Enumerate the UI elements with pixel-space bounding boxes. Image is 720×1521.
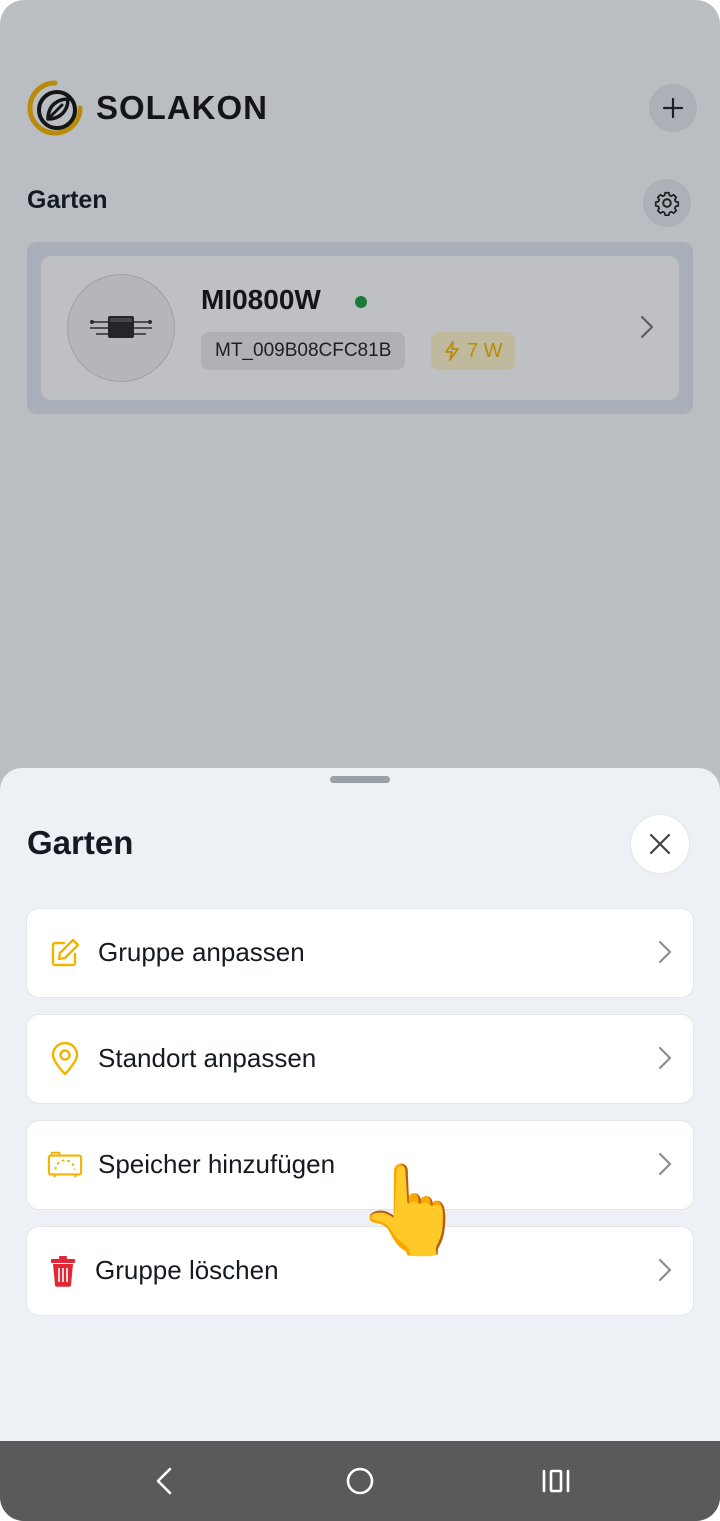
- nav-home-button[interactable]: [340, 1461, 380, 1501]
- screen: SOLAKON Garten MI0800W MT_009B08CFC81B 7…: [0, 0, 720, 1521]
- chevron-right-icon: [658, 940, 672, 964]
- chevron-right-icon: [658, 1258, 672, 1282]
- sheet-title: Garten: [27, 824, 134, 861]
- sheet-drag-handle[interactable]: [330, 776, 390, 783]
- battery-storage-icon: [47, 1151, 83, 1178]
- menu-item-icon-wrap: [47, 1147, 83, 1183]
- menu-item-icon-wrap: [47, 935, 83, 971]
- edit-icon: [51, 938, 80, 967]
- pointing-hand-icon: 👆: [356, 1160, 466, 1259]
- chevron-right-icon: [658, 1046, 672, 1070]
- menu-item-label: Standort anpassen: [98, 1043, 317, 1073]
- back-icon: [156, 1467, 172, 1495]
- recents-icon: [542, 1469, 570, 1493]
- menu-item-label: Gruppe anpassen: [98, 937, 305, 967]
- menu-item-edit-location[interactable]: Standort anpassen: [27, 1015, 693, 1103]
- bottom-sheet: Garten: [0, 768, 720, 1442]
- close-button[interactable]: [631, 815, 689, 873]
- nav-back-button[interactable]: [144, 1461, 184, 1501]
- close-icon: [649, 833, 671, 855]
- home-icon: [346, 1467, 374, 1495]
- menu-item-label: Gruppe löschen: [95, 1255, 279, 1285]
- menu-item-icon-wrap: [47, 1253, 79, 1289]
- menu-item-edit-group[interactable]: Gruppe anpassen: [27, 909, 693, 997]
- location-pin-icon: [51, 1042, 79, 1076]
- menu-item-label: Speicher hinzufügen: [98, 1149, 336, 1179]
- trash-icon: [51, 1256, 75, 1287]
- nav-recents-button[interactable]: [536, 1461, 576, 1501]
- chevron-right-icon: [658, 1152, 672, 1176]
- system-navigation-bar: [0, 1441, 720, 1521]
- menu-item-icon-wrap: [47, 1041, 83, 1077]
